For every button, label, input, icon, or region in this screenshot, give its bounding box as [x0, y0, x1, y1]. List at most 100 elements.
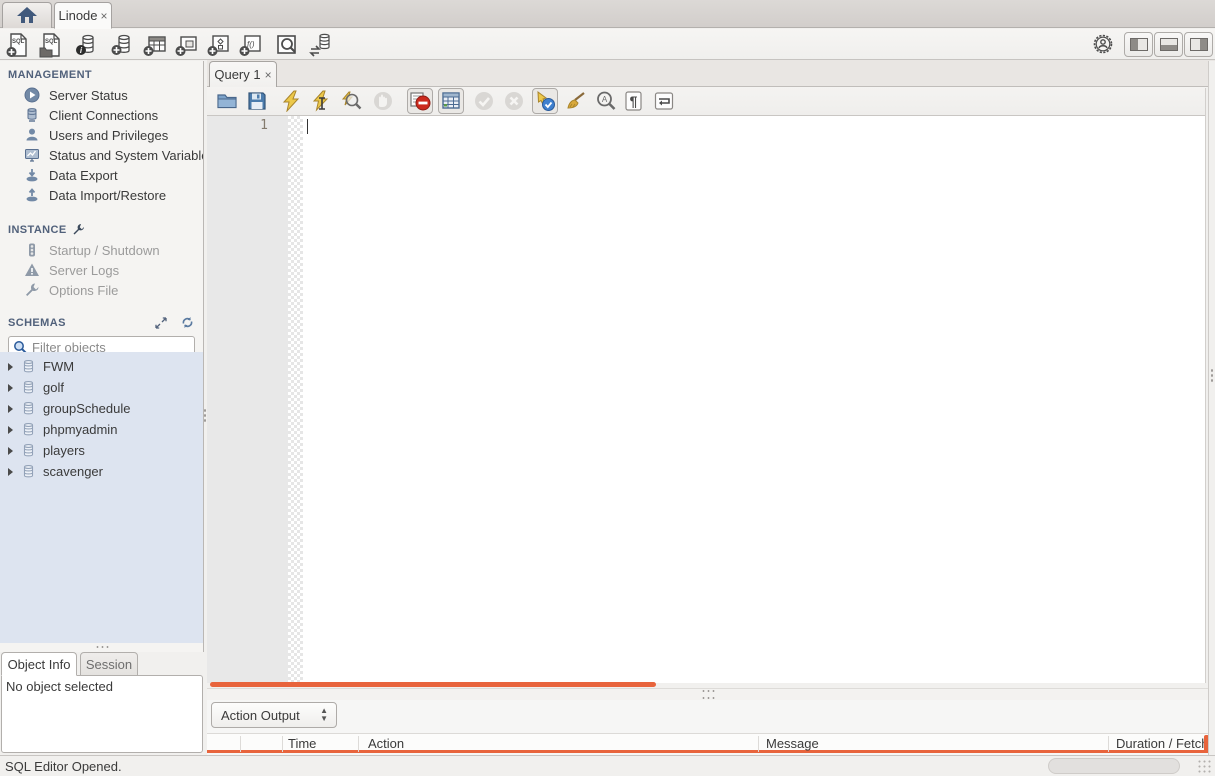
schema-row-scavenger[interactable]: scavenger — [0, 461, 203, 482]
sidebar-item-label: Status and System Variables — [49, 147, 203, 163]
schema-row-groupschedule[interactable]: groupSchedule — [0, 398, 203, 419]
toggle-word-wrap-icon[interactable] — [653, 90, 675, 112]
refresh-schemas-icon[interactable] — [181, 316, 194, 329]
expander-icon[interactable] — [8, 467, 13, 476]
sql-editor-toolbar: A ¶ — [207, 87, 1207, 116]
tab-session[interactable]: Session — [80, 652, 138, 676]
data-import-icon — [24, 187, 40, 203]
sidebar-item-label: Client Connections — [49, 107, 159, 123]
create-function-icon[interactable]: f() — [238, 32, 264, 58]
schema-name: golf — [43, 380, 64, 395]
expander-icon[interactable] — [8, 446, 13, 455]
toggle-stop-on-error-button[interactable] — [407, 88, 433, 114]
column-header-duration[interactable]: Duration / Fetch — [1116, 736, 1206, 751]
client-connections-icon — [24, 107, 40, 123]
sidebar-item-startup-shutdown[interactable]: Startup / Shutdown — [0, 240, 203, 260]
create-table-icon[interactable] — [142, 32, 168, 58]
search-table-data-icon[interactable] — [274, 32, 300, 58]
expander-icon[interactable] — [8, 425, 13, 434]
new-sql-tab-icon[interactable]: SQL — [5, 32, 31, 58]
output-view-selector[interactable]: Action Output ▲ ▼ — [211, 702, 337, 728]
right-splitter-handle[interactable] — [1210, 368, 1214, 383]
rollback-icon[interactable] — [503, 90, 525, 112]
sidebar-item-status-variables[interactable]: Status and System Variables — [0, 145, 203, 165]
reconnect-database-icon[interactable] — [308, 32, 334, 58]
schema-name: phpmyadmin — [43, 422, 118, 437]
svg-text:SQL: SQL — [45, 39, 58, 45]
inspect-database-icon[interactable]: i — [74, 32, 100, 58]
tab-label: Object Info — [7, 656, 71, 672]
schema-row-players[interactable]: players — [0, 440, 203, 461]
sidebar-item-options-file[interactable]: Options File — [0, 280, 203, 300]
close-icon[interactable]: × — [101, 9, 108, 23]
find-icon[interactable]: A — [595, 90, 617, 112]
expander-icon[interactable] — [8, 404, 13, 413]
schema-icon — [21, 422, 36, 437]
progress-indicator — [1048, 758, 1180, 774]
main-toolbar: SQL SQL i f() — [0, 29, 1215, 60]
clear-query-icon[interactable] — [565, 90, 587, 112]
sql-editor[interactable]: 1 — [207, 116, 1205, 683]
sidebar-item-data-export[interactable]: Data Export — [0, 165, 203, 185]
sidebar-item-users-privileges[interactable]: Users and Privileges — [0, 125, 203, 145]
options-file-icon — [24, 282, 40, 298]
column-header-action[interactable]: Action — [368, 736, 753, 751]
connection-tab-label: Linode — [58, 8, 98, 23]
schema-icon — [21, 380, 36, 395]
toggle-left-sidebar-button[interactable] — [1124, 32, 1153, 57]
sidebar-item-client-connections[interactable]: Client Connections — [0, 105, 203, 125]
create-view-icon[interactable] — [174, 32, 200, 58]
data-export-icon — [24, 167, 40, 183]
explain-icon[interactable] — [340, 90, 362, 112]
editor-horizontal-scrollbar[interactable] — [210, 682, 656, 687]
schema-row-golf[interactable]: golf — [0, 377, 203, 398]
execute-current-statement-icon[interactable] — [310, 90, 332, 112]
connection-tab[interactable]: Linode × — [54, 2, 112, 29]
execute-icon[interactable] — [280, 90, 302, 112]
toggle-invisible-characters-icon[interactable]: ¶ — [623, 90, 645, 112]
create-procedure-icon[interactable] — [206, 32, 232, 58]
create-schema-icon[interactable] — [110, 32, 136, 58]
splitter-handle[interactable] — [701, 689, 716, 693]
schema-icon — [21, 443, 36, 458]
info-panel-tabs: Object Info Session — [0, 652, 204, 676]
sidebar-item-server-logs[interactable]: Server Logs — [0, 260, 203, 280]
schema-row-fwm[interactable]: FWM — [0, 356, 203, 377]
sidebar-item-server-status[interactable]: Server Status — [0, 85, 203, 105]
schema-name: groupSchedule — [43, 401, 131, 416]
toggle-autocommit-button[interactable] — [532, 88, 558, 114]
schema-icon — [21, 359, 36, 374]
schema-name: FWM — [43, 359, 75, 374]
commit-icon[interactable] — [473, 90, 495, 112]
query-tab-bar: Query 1 × — [207, 60, 1215, 87]
open-file-icon[interactable] — [216, 90, 238, 112]
sidebar-item-data-import[interactable]: Data Import/Restore — [0, 185, 203, 205]
home-tab[interactable] — [2, 2, 52, 28]
tab-object-info[interactable]: Object Info — [1, 652, 77, 676]
output-panel: Action Output ▲ ▼ Time Action Message Dur… — [207, 700, 1215, 755]
schema-row-phpmyadmin[interactable]: phpmyadmin — [0, 419, 203, 440]
sidebar-item-label: Data Export — [49, 167, 118, 183]
save-icon[interactable] — [246, 90, 268, 112]
sidebar-item-label: Startup / Shutdown — [49, 242, 160, 258]
expander-icon[interactable] — [8, 362, 13, 371]
instance-wrench-icon — [72, 223, 85, 236]
close-icon[interactable]: × — [265, 68, 272, 82]
toggle-right-sidebar-button[interactable] — [1184, 32, 1213, 57]
navigator-sidebar: MANAGEMENT Server Status Client Connecti… — [0, 61, 204, 652]
line-number-gutter: 1 — [207, 116, 288, 683]
tab-query-1[interactable]: Query 1 × — [209, 61, 277, 87]
column-header-message[interactable]: Message — [766, 736, 1101, 751]
resize-grip[interactable] — [1197, 759, 1212, 774]
expander-icon[interactable] — [8, 383, 13, 392]
expand-schemas-icon[interactable] — [155, 316, 167, 329]
open-sql-script-icon[interactable]: SQL — [38, 32, 64, 58]
schema-list: FWM golf groupSchedule phpmyadmin player — [0, 352, 203, 643]
column-header-time[interactable]: Time — [288, 736, 356, 751]
sidebar-splitter-handle[interactable] — [95, 645, 110, 649]
limit-rows-button[interactable] — [438, 88, 464, 114]
right-panel-splitter[interactable] — [1208, 61, 1215, 755]
toggle-bottom-panel-button[interactable] — [1154, 32, 1183, 57]
svg-text:A: A — [602, 95, 608, 104]
stop-execution-icon[interactable] — [372, 90, 394, 112]
